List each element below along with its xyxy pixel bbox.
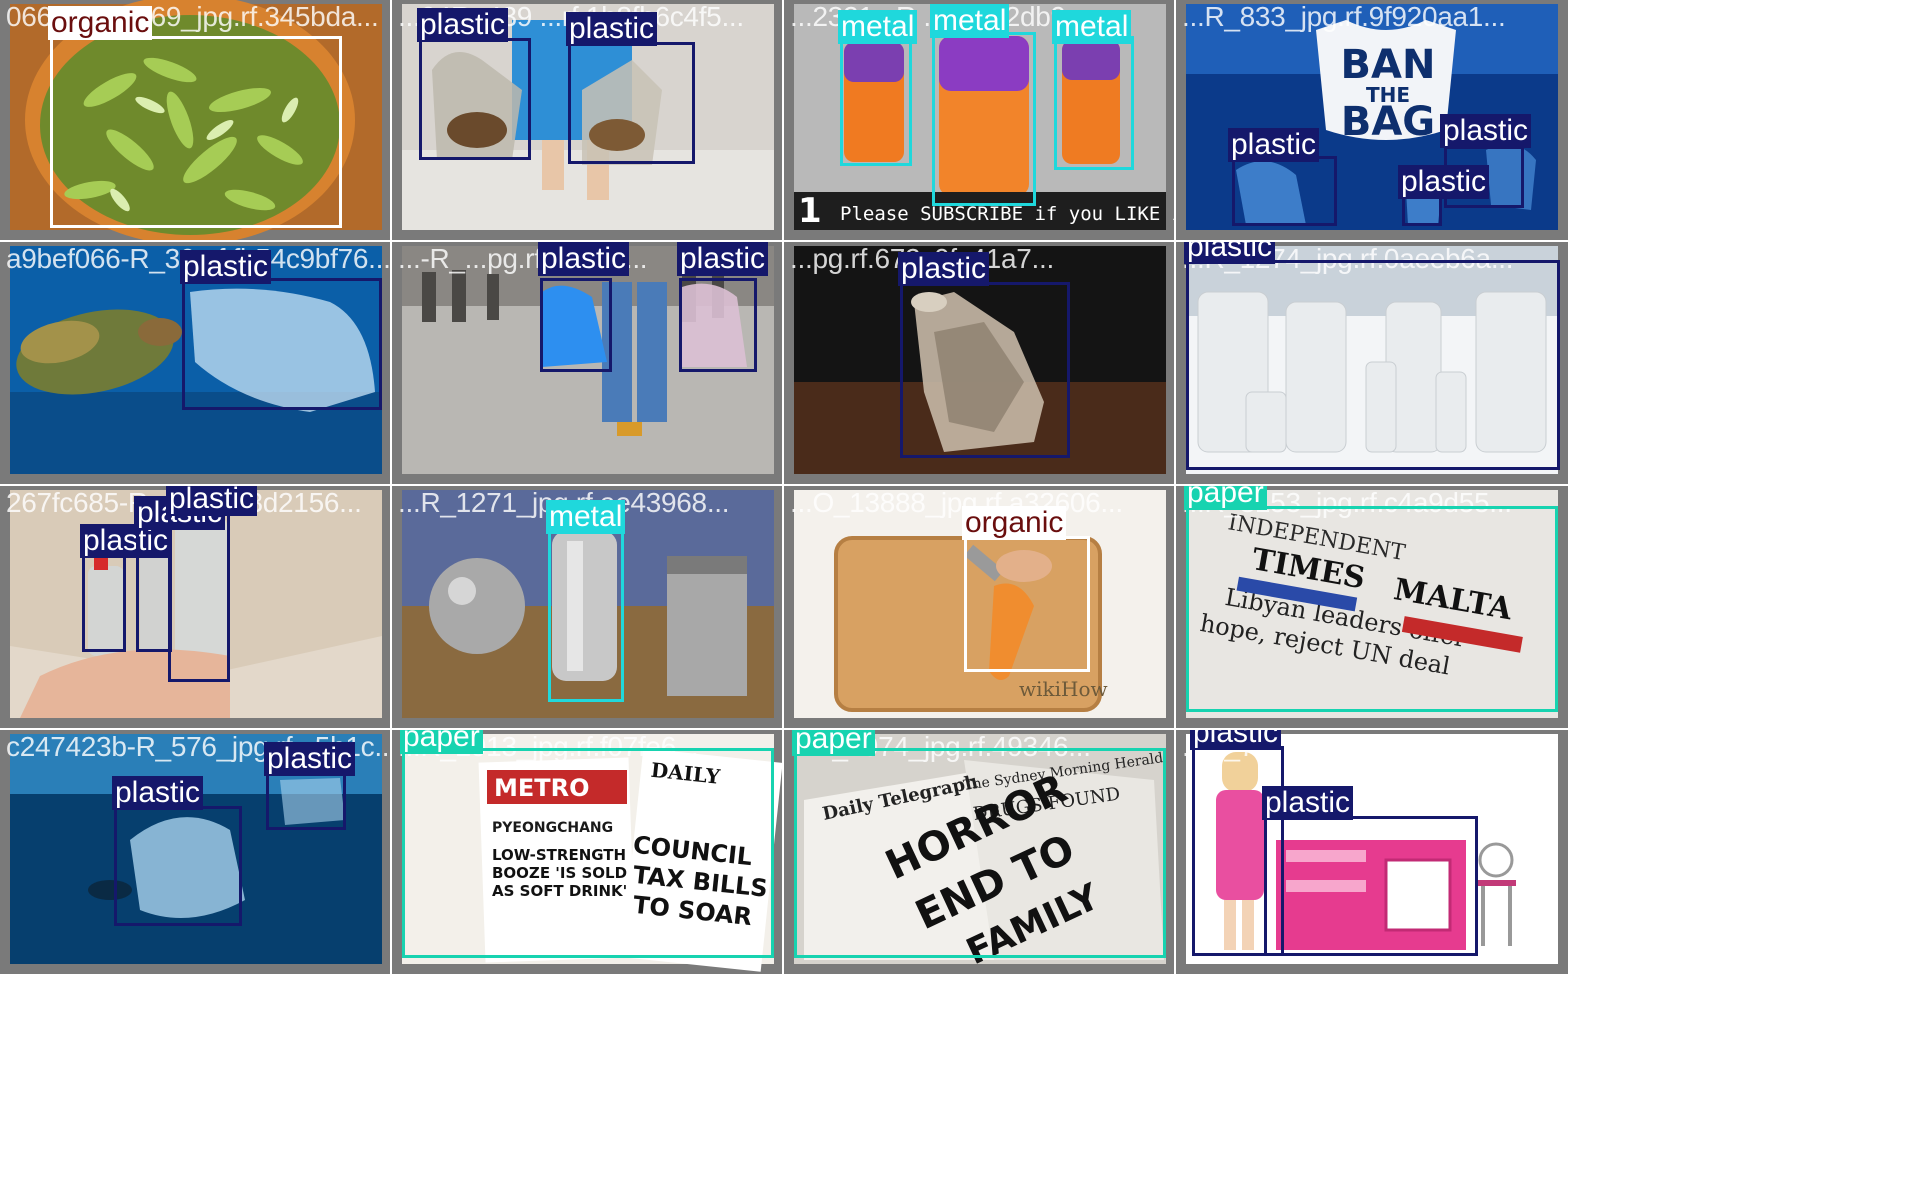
bbox-metal [932, 32, 1036, 206]
bbox-paper [1186, 506, 1558, 712]
label-plastic: plastic [1190, 730, 1282, 750]
label-plastic: plastic [112, 776, 204, 810]
label-plastic: plastic [538, 242, 630, 276]
bbox-paper [402, 748, 774, 958]
tile-1: 066...0_13769_jpg.rf.345bda... organic [0, 0, 390, 240]
tile-16: ...R_793_jpg.rf.9fdc4bbfed... plastic pl… [1176, 730, 1568, 974]
bbox-plastic [266, 772, 346, 830]
tile-13: c247423b-R_576_jpg.rf...5b1c... plastic … [0, 730, 390, 974]
bbox-plastic [419, 38, 531, 160]
label-plastic: plastic [1440, 114, 1532, 148]
overlay-number: 1 [798, 191, 822, 231]
bbox-organic [964, 536, 1090, 672]
label-plastic: plastic [566, 12, 658, 46]
bbox-plastic [1186, 260, 1560, 470]
bbox-plastic [679, 278, 757, 372]
label-plastic: plastic [264, 742, 356, 776]
bbox-metal [840, 38, 912, 166]
bbox-paper [794, 748, 1166, 958]
bbox-plastic [182, 278, 382, 410]
tile-7: ...pg.rf.672c0fc41a7... plastic [784, 242, 1174, 484]
label-plastic: plastic [417, 8, 509, 42]
label-paper: paper [400, 730, 483, 754]
label-organic: organic [48, 6, 153, 40]
tile-15: Daily Telegraph The Sydney Morning Heral… [784, 730, 1174, 974]
label-plastic: plastic [166, 486, 258, 516]
tile-8: ...R_1274_jpg.rf.0aeeb6a... plastic [1176, 242, 1568, 484]
file-name: ...R_833_jpg.rf.9f920aa1... [1182, 1, 1506, 32]
label-organic: organic [962, 506, 1067, 540]
tile-3: Please SUBSCRIBE if you LIKE it... 1 ...… [784, 0, 1174, 240]
bbox-plastic [540, 278, 612, 372]
label-plastic: plastic [677, 242, 769, 276]
label-paper: paper [792, 730, 875, 756]
tile-12: INDEPENDENT TIMES MALTA Libyan leaders o… [1176, 486, 1568, 728]
tile-6: ...-R_...pg.rf.4...fe2... plastic plasti… [392, 242, 782, 484]
tile-2: ...04R_439 ...rf.1b8fb6c4f5... plastic p… [392, 0, 782, 240]
tile-10: ...R_1271_jpg.rf.ae43968... metal [392, 486, 782, 728]
bbox-plastic [136, 522, 172, 652]
label-metal: metal [838, 10, 918, 44]
overlay-text: Please SUBSCRIBE if you LIKE it... [840, 203, 1174, 225]
tile-14: METRO PYEONGCHANG LOW-STRENGTH BOOZE 'IS… [392, 730, 782, 974]
label-plastic: plastic [180, 250, 272, 284]
label-plastic: plastic [1262, 786, 1354, 820]
bbox-plastic [900, 282, 1070, 458]
label-metal: metal [1052, 10, 1132, 44]
label-plastic: plastic [1398, 165, 1490, 199]
bbox-plastic [114, 806, 242, 926]
tile-5: a9bef066-R_30...f.fb54c9bf76... plastic [0, 242, 390, 484]
bbox-plastic [82, 550, 126, 652]
label-plastic: plastic [898, 252, 990, 286]
bbox-plastic [1232, 156, 1337, 226]
poster-line: BAG [1341, 99, 1435, 145]
tile-9: 267fc685-R...g.rf.2e3d2156... plastic pl… [0, 486, 390, 728]
watermark: wikiHow [1019, 677, 1108, 701]
bbox-plastic [568, 42, 695, 164]
label-metal: metal [930, 4, 1010, 38]
bbox-metal [1054, 36, 1134, 170]
file-name: ...O_13888_jpg.rf.a32606... [790, 487, 1123, 518]
label-plastic: plastic [1228, 128, 1320, 162]
tile-11: wikiHow ...O_13888_jpg.rf.a32606... orga… [784, 486, 1174, 728]
label-paper: paper [1184, 486, 1267, 510]
label-plastic: plastic [1184, 242, 1276, 264]
bbox-metal [548, 526, 624, 702]
bbox-plastic [1264, 816, 1478, 956]
poster-line: BAN [1341, 42, 1436, 88]
label-metal: metal [546, 500, 626, 534]
bbox-organic [50, 36, 342, 228]
detection-mosaic: 066...0_13769_jpg.rf.345bda... organic .… [0, 0, 1920, 1192]
bbox-plastic [168, 512, 230, 682]
tile-4: BAN THE BAG ...R_833_jpg.rf.9f920aa1... … [1176, 0, 1568, 240]
